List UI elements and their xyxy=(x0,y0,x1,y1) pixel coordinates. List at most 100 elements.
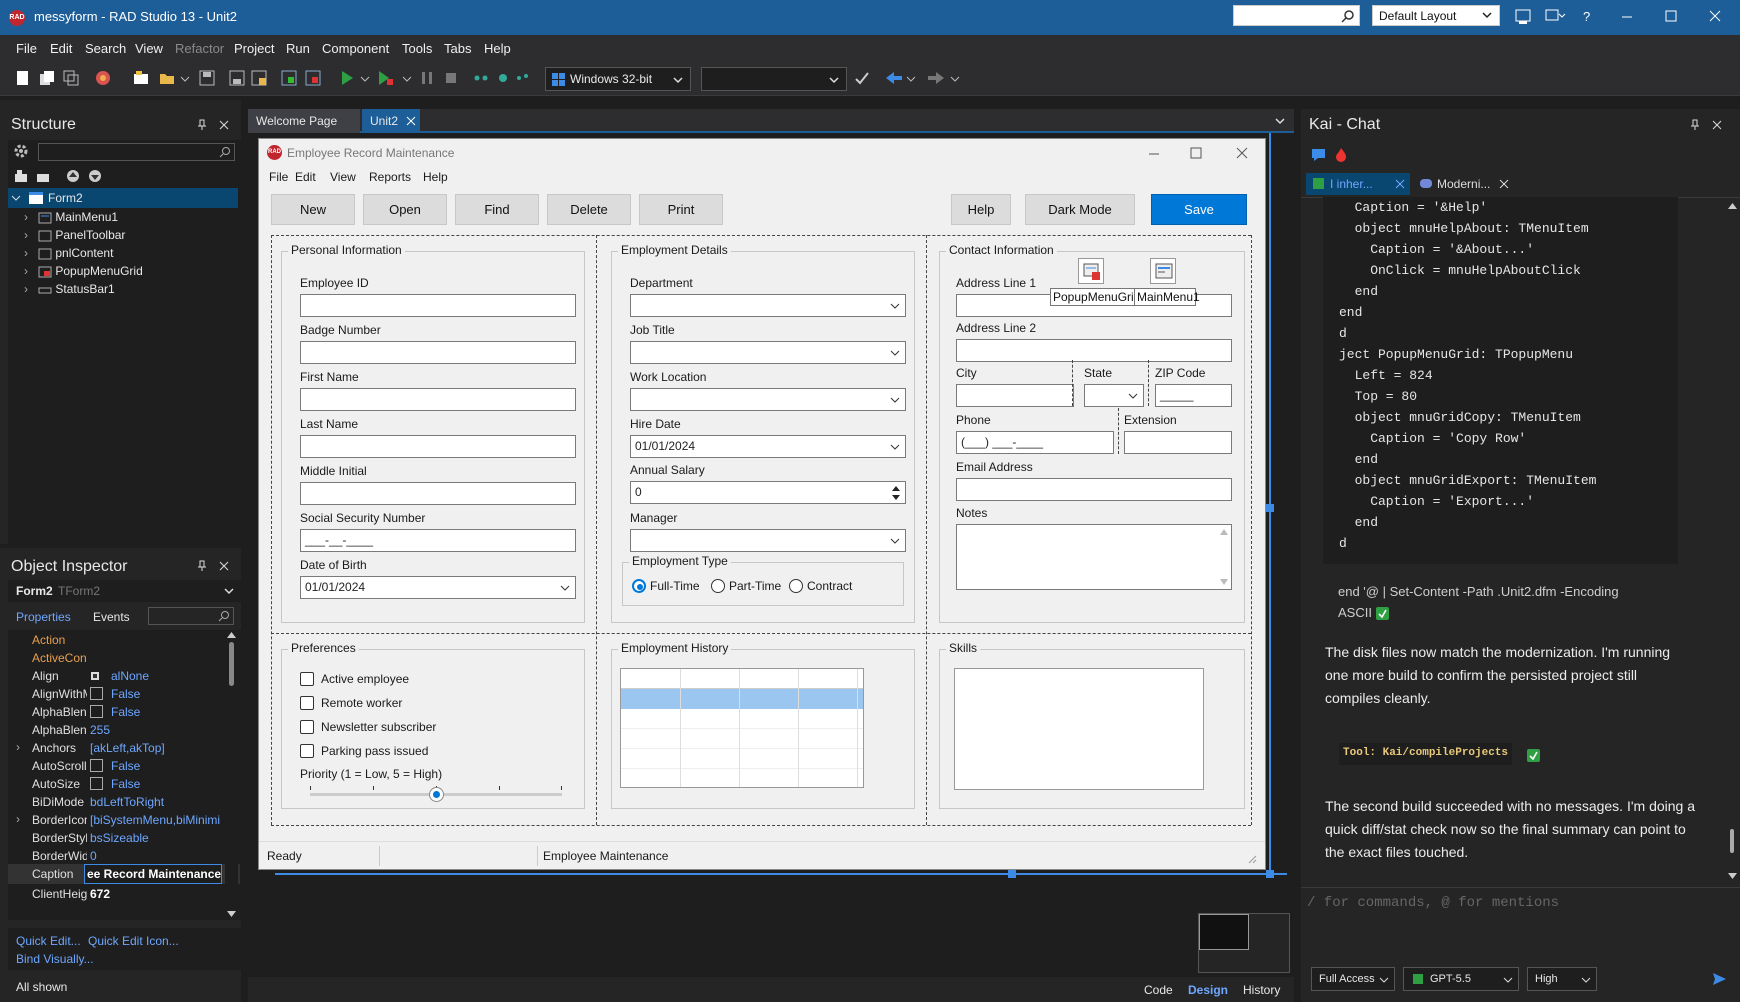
property-value[interactable]: [akLeft,akTop] xyxy=(90,741,165,755)
model-select[interactable]: GPT-5.5 xyxy=(1403,967,1519,991)
title-search-input[interactable] xyxy=(1233,5,1360,26)
zip-input[interactable]: _____ xyxy=(1155,384,1232,407)
close-icon[interactable] xyxy=(1395,179,1405,189)
property-row[interactable]: ActiveControl xyxy=(8,648,240,668)
chevron-down-icon[interactable] xyxy=(1274,115,1286,127)
tree-item-popupmenugrid[interactable]: › PopupMenuGrid xyxy=(24,264,143,278)
run-without-debug-icon[interactable] xyxy=(376,69,394,87)
minimize-icon[interactable] xyxy=(1147,147,1161,161)
property-value[interactable]: alNone xyxy=(111,669,149,683)
layout-options-icon[interactable] xyxy=(1544,8,1566,26)
property-row[interactable]: AlphaBlend False xyxy=(8,702,240,722)
open-folder-icon[interactable] xyxy=(158,69,176,87)
property-value[interactable]: 0 xyxy=(90,849,97,863)
caption-edit-input[interactable]: ee Record Maintenance xyxy=(84,864,222,884)
parking-pass-checkbox[interactable] xyxy=(300,744,314,758)
last-name-input[interactable] xyxy=(300,435,576,458)
form-menu-reports[interactable]: Reports xyxy=(369,170,411,184)
menu-help[interactable]: Help xyxy=(484,41,511,56)
run-to-cursor-icon[interactable] xyxy=(514,69,532,87)
quick-edit-link[interactable]: Quick Edit... xyxy=(16,934,81,948)
table-row[interactable] xyxy=(621,729,863,749)
phone-input[interactable]: (___) ___-____ xyxy=(956,431,1114,454)
tab-design[interactable]: Design xyxy=(1188,983,1228,997)
collapse-all-icon[interactable] xyxy=(35,168,51,184)
radio-part-time[interactable] xyxy=(711,579,725,593)
form-menu-view[interactable]: View xyxy=(330,170,356,184)
tab-unit2[interactable]: Unit2 xyxy=(362,109,420,133)
back-arrow-icon[interactable] xyxy=(884,69,902,87)
popupmenugrid-component[interactable] xyxy=(1078,258,1104,284)
active-employee-checkbox[interactable] xyxy=(300,672,314,686)
extension-input[interactable] xyxy=(1124,431,1232,454)
send-icon[interactable] xyxy=(1711,971,1727,987)
size-grip-icon[interactable] xyxy=(1247,854,1257,864)
chat-input[interactable]: / for commands, @ for mentions xyxy=(1307,891,1735,963)
property-value[interactable]: False xyxy=(111,777,140,791)
chat-tab-2[interactable]: Moderni... xyxy=(1413,173,1517,195)
pause-icon[interactable] xyxy=(418,69,436,87)
help-button[interactable]: ? xyxy=(1583,9,1590,24)
arrow-down-icon[interactable] xyxy=(87,168,103,184)
mainmenu1-component[interactable] xyxy=(1150,258,1176,284)
browser-icon[interactable] xyxy=(94,69,112,87)
radio-full-time[interactable] xyxy=(632,579,646,593)
pin-icon[interactable] xyxy=(1689,119,1701,131)
property-value[interactable]: False xyxy=(111,705,140,719)
tree-item-pnlcontent[interactable]: › pnlContent xyxy=(24,246,113,260)
notes-memo[interactable] xyxy=(956,524,1232,590)
effort-select[interactable]: High xyxy=(1527,967,1597,991)
state-select[interactable] xyxy=(1084,384,1144,407)
add-file-icon[interactable] xyxy=(280,69,298,87)
form-menu-help[interactable]: Help xyxy=(423,170,448,184)
copy-icon[interactable] xyxy=(62,69,80,87)
close-icon[interactable] xyxy=(1708,9,1722,23)
gear-icon[interactable] xyxy=(13,143,29,159)
config-select[interactable] xyxy=(701,67,847,91)
quick-edit-icon-link[interactable]: Quick Edit Icon... xyxy=(88,934,179,948)
middle-initial-input[interactable] xyxy=(300,482,576,505)
menu-edit[interactable]: Edit xyxy=(50,41,72,56)
tree-item-mainmenu1[interactable]: › MainMenu1 xyxy=(24,210,118,224)
property-row[interactable]: BorderStylebsSizeable xyxy=(8,828,240,848)
platform-select[interactable]: Windows 32-bit xyxy=(545,67,691,91)
property-value[interactable]: 672 xyxy=(90,887,110,901)
find-button[interactable]: Find xyxy=(455,194,539,225)
bind-visually-link[interactable]: Bind Visually... xyxy=(16,952,94,966)
design-resize-bottom[interactable] xyxy=(275,873,1287,875)
menu-refactor[interactable]: Refactor xyxy=(175,41,224,56)
menu-view[interactable]: View xyxy=(135,41,163,56)
save-all-icon[interactable] xyxy=(228,69,246,87)
priority-trackbar[interactable] xyxy=(306,786,566,806)
property-value[interactable]: bdLeftToRight xyxy=(90,795,164,809)
manager-select[interactable] xyxy=(630,529,906,552)
tab-history[interactable]: History xyxy=(1243,983,1280,997)
property-value[interactable]: [biSystemMenu,biMinimi xyxy=(90,813,220,827)
new-chat-icon[interactable] xyxy=(1311,148,1327,162)
remove-file-icon[interactable] xyxy=(304,69,322,87)
maximize-icon[interactable] xyxy=(1189,146,1203,160)
property-row[interactable]: Action xyxy=(8,630,240,650)
checkbox[interactable] xyxy=(90,759,103,772)
new-button[interactable]: New xyxy=(271,194,355,225)
chevron-down-icon[interactable] xyxy=(950,69,968,87)
job-title-select[interactable] xyxy=(630,341,906,364)
print-button[interactable]: Print xyxy=(639,194,723,225)
menu-search[interactable]: Search xyxy=(85,41,126,56)
property-row[interactable]: Align alNone xyxy=(8,666,240,686)
chevron-down-icon[interactable] xyxy=(906,69,924,87)
skills-listbox[interactable] xyxy=(954,668,1204,790)
open-button[interactable]: Open xyxy=(363,194,447,225)
tab-events[interactable]: Events xyxy=(93,610,130,624)
trace-into-icon[interactable] xyxy=(494,69,512,87)
property-row[interactable]: AlphaBlendValue255 xyxy=(8,720,240,740)
layout-save-icon[interactable] xyxy=(1514,8,1532,26)
access-select[interactable]: Full Access xyxy=(1311,967,1395,991)
property-row[interactable]: BiDiMode bdLeftToRight xyxy=(8,792,240,812)
structure-search-input[interactable] xyxy=(38,143,235,161)
minimap-viewport[interactable] xyxy=(1199,914,1249,950)
employee-id-input[interactable] xyxy=(300,294,576,317)
employment-history-grid[interactable] xyxy=(620,668,864,788)
close-file-icon[interactable] xyxy=(250,69,268,87)
resize-handle[interactable] xyxy=(1008,870,1016,878)
